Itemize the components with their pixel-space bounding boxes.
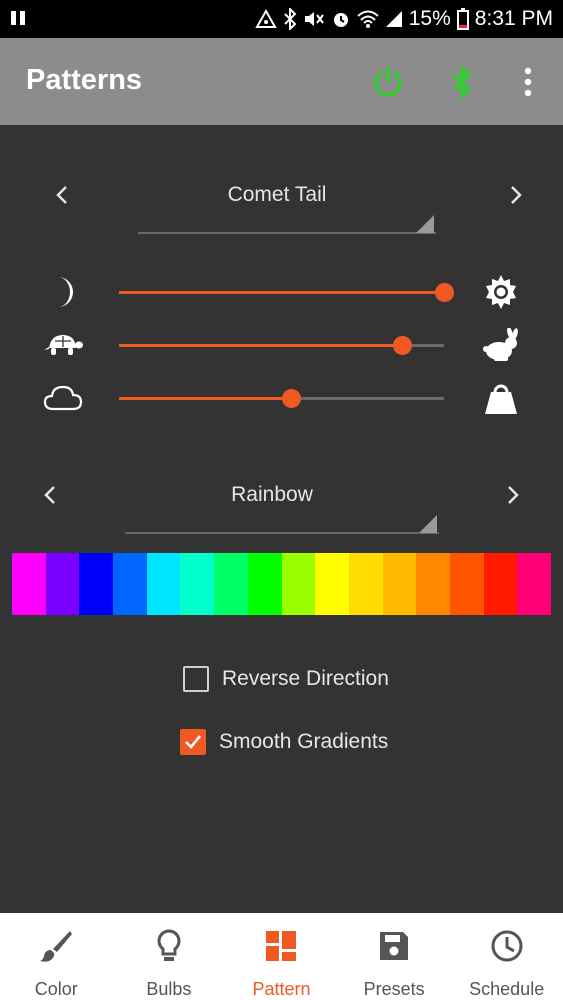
mute-icon xyxy=(303,9,325,29)
color-swatch xyxy=(214,553,248,615)
bulb-icon xyxy=(156,926,182,965)
clock-icon xyxy=(490,926,524,965)
color-swatch xyxy=(247,553,282,615)
weight-slider-row xyxy=(0,373,563,423)
turtle-icon xyxy=(38,320,88,370)
nav-label: Pattern xyxy=(252,979,311,999)
nav-item-bulbs[interactable]: Bulbs xyxy=(113,913,226,1000)
brightness-slider[interactable] xyxy=(119,283,454,302)
weight-slider-thumb[interactable] xyxy=(282,389,302,408)
status-bar: 15% 8:31 PM xyxy=(0,0,563,38)
page-title: Patterns xyxy=(26,64,143,96)
color-swatch xyxy=(146,553,181,615)
nav-item-presets[interactable]: Presets xyxy=(338,913,451,1000)
chevron-right-icon xyxy=(511,186,522,204)
battery-percent: 15% xyxy=(408,7,451,30)
clock-time: 8:31 PM xyxy=(474,7,553,30)
recycle-icon xyxy=(255,9,277,29)
reverse-direction-option[interactable]: Reverse Direction xyxy=(183,659,389,699)
nav-item-color[interactable]: Color xyxy=(0,913,113,1000)
nav-label: Color xyxy=(34,979,78,999)
color-swatch xyxy=(348,553,383,615)
status-icons: 15% 8:31 PM xyxy=(255,0,553,38)
bluetooth-button[interactable] xyxy=(440,60,484,104)
brightness-slider-fill xyxy=(119,291,444,294)
power-button[interactable] xyxy=(366,60,410,104)
pattern-prev-button[interactable] xyxy=(46,175,78,215)
more-options-button[interactable] xyxy=(506,60,550,104)
bluetooth-icon xyxy=(452,66,471,98)
reverse-direction-label: Reverse Direction xyxy=(222,667,389,690)
brightness-slider-row xyxy=(0,267,563,317)
nav-label: Presets xyxy=(363,979,425,999)
palette-prev-button[interactable] xyxy=(34,475,66,515)
moon-icon xyxy=(38,267,88,317)
palette-selector: Rainbow xyxy=(0,475,563,545)
reverse-direction-checkbox[interactable] xyxy=(183,666,209,692)
chevron-left-icon xyxy=(44,486,55,504)
color-swatch xyxy=(315,553,349,615)
speed-slider-thumb[interactable] xyxy=(392,336,412,355)
weight-slider-fill xyxy=(119,397,292,400)
sun-icon xyxy=(476,267,526,317)
cloud-icon xyxy=(38,373,88,423)
speed-slider-fill xyxy=(119,344,402,347)
wifi-icon xyxy=(357,9,379,29)
palette-swatches xyxy=(12,553,551,615)
palette-next-button[interactable] xyxy=(497,475,529,515)
color-swatch xyxy=(416,553,450,615)
chevron-right-icon xyxy=(508,486,519,504)
color-swatch xyxy=(449,553,484,615)
palette-dropdown[interactable]: Rainbow xyxy=(125,475,419,515)
pattern-panel: Comet Tail Rainbow Reverse Direction Smo… xyxy=(0,125,563,913)
bottom-navigation: Color Bulbs Pattern Presets Schedule xyxy=(0,913,563,1000)
pattern-next-button[interactable] xyxy=(500,175,532,215)
pause-icon xyxy=(10,10,26,26)
more-vert-icon xyxy=(524,67,532,97)
color-swatch xyxy=(180,553,215,615)
check-icon xyxy=(185,735,202,749)
dropdown-underline xyxy=(138,215,436,234)
brush-icon xyxy=(39,926,73,965)
chevron-left-icon xyxy=(56,186,67,204)
nav-item-pattern[interactable]: Pattern xyxy=(225,913,338,1000)
nav-item-schedule[interactable]: Schedule xyxy=(450,913,563,1000)
pattern-dropdown[interactable]: Comet Tail xyxy=(138,175,416,215)
speed-slider-row xyxy=(0,320,563,370)
alarm-icon xyxy=(331,9,351,29)
rabbit-icon xyxy=(476,320,526,370)
color-swatch xyxy=(483,553,518,615)
brightness-slider-thumb[interactable] xyxy=(435,283,454,302)
color-swatch xyxy=(382,553,417,615)
color-swatch xyxy=(45,553,80,615)
color-swatch xyxy=(79,553,114,615)
power-icon xyxy=(374,66,402,97)
color-swatch xyxy=(12,553,46,615)
save-icon xyxy=(378,926,410,965)
nav-label: Schedule xyxy=(469,979,545,999)
weight-icon xyxy=(476,373,526,423)
weight-slider[interactable] xyxy=(119,389,444,408)
smooth-gradients-option[interactable]: Smooth Gradients xyxy=(180,722,388,762)
pattern-selector: Comet Tail xyxy=(0,175,563,245)
nav-label: Bulbs xyxy=(146,979,192,999)
speed-slider[interactable] xyxy=(119,336,444,355)
app-bar: Patterns xyxy=(0,38,563,125)
bluetooth-status-icon xyxy=(283,8,297,30)
smooth-gradients-label: Smooth Gradients xyxy=(219,730,389,753)
battery-icon xyxy=(456,8,469,30)
signal-icon xyxy=(385,10,403,28)
color-swatch xyxy=(113,553,147,615)
dropdown-underline xyxy=(125,515,439,534)
pattern-icon xyxy=(265,926,297,965)
color-swatch xyxy=(281,553,316,615)
color-swatch xyxy=(517,553,551,615)
smooth-gradients-checkbox[interactable] xyxy=(180,729,206,755)
